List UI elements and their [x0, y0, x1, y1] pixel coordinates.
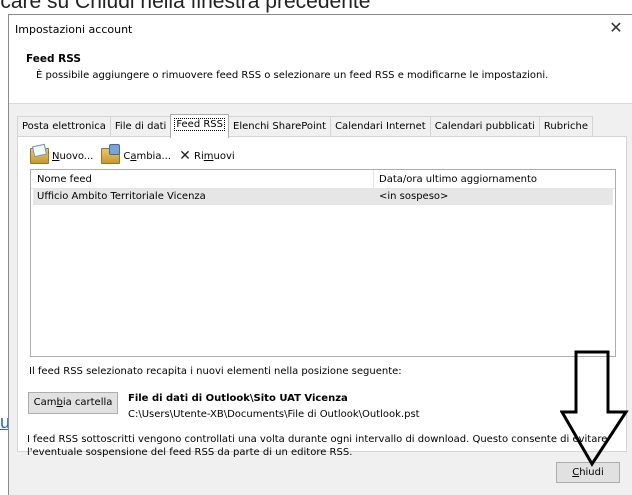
feed-name-cell: Ufficio Ambito Territoriale Vicenza	[37, 191, 206, 202]
change-feed-label: Cambia...	[123, 150, 171, 162]
tab-strip: Posta elettronica File di dati Feed RSS …	[17, 114, 593, 138]
remove-icon: ✕	[179, 148, 191, 164]
tab-calendari-pubblicati[interactable]: Calendari pubblicati	[429, 116, 540, 138]
feed-toolbar: Nuovo... Cambia... ✕ Rimuovi	[30, 144, 235, 165]
change-folder-button[interactable]: Cambia cartella	[28, 392, 118, 414]
section-description: È possibile aggiungere o rimuovere feed …	[36, 70, 549, 81]
tab-elenchi-sharepoint[interactable]: Elenchi SharePoint	[228, 116, 332, 138]
remove-feed-label: Rimuovi	[194, 150, 235, 162]
background-link-fragment[interactable]: u	[0, 412, 8, 432]
tab-posta-elettronica[interactable]: Posta elettronica	[17, 116, 111, 138]
column-header-feed-name[interactable]: Nome feed	[37, 174, 92, 185]
change-feed-button[interactable]: Cambia...	[101, 144, 171, 164]
header-panel: Feed RSS È possibile aggiungere o rimuov…	[9, 45, 632, 104]
tab-feed-rss[interactable]: Feed RSS	[170, 114, 229, 138]
column-header-last-update[interactable]: Data/ora ultimo aggiornamento	[379, 174, 537, 185]
feed-rss-panel: Nuovo... Cambia... ✕ Rimuovi Nome feed D…	[17, 136, 627, 458]
table-row[interactable]: Ufficio Ambito Territoriale Vicenza <in …	[33, 189, 613, 205]
folder-name: File di dati di Outlook\Sito UAT Vicenza	[128, 393, 348, 404]
tab-file-di-dati[interactable]: File di dati	[109, 116, 172, 138]
feed-list[interactable]: Nome feed Data/ora ultimo aggiornamento …	[30, 169, 616, 357]
tab-calendari-internet[interactable]: Calendari Internet	[330, 116, 431, 138]
remove-feed-button[interactable]: ✕ Rimuovi	[179, 149, 235, 163]
close-icon[interactable]: ✕	[606, 18, 626, 37]
feed-updated-cell: <in sospeso>	[379, 191, 449, 202]
tab-rubriche[interactable]: Rubriche	[538, 116, 593, 138]
new-feed-button[interactable]: Nuovo...	[30, 148, 93, 164]
change-feed-icon	[101, 144, 121, 164]
folder-path: C:\Users\Utente-XB\Documents\File di Out…	[128, 409, 420, 420]
dialog-title: Impostazioni account	[15, 23, 133, 36]
list-header: Nome feed Data/ora ultimo aggiornamento	[31, 170, 615, 189]
down-arrow-icon	[560, 350, 629, 467]
account-settings-dialog: Impostazioni account ✕ Feed RSS È possib…	[8, 14, 632, 495]
section-title: Feed RSS	[26, 53, 81, 65]
column-divider[interactable]	[373, 170, 374, 188]
title-bar: Impostazioni account ✕	[9, 15, 632, 45]
new-feed-icon	[30, 148, 49, 164]
delivery-location-label: Il feed RSS selezionato recapita i nuovi…	[29, 366, 402, 377]
new-feed-label: Nuovo...	[52, 150, 94, 162]
info-text: I feed RSS sottoscritti vengono controll…	[27, 434, 608, 458]
